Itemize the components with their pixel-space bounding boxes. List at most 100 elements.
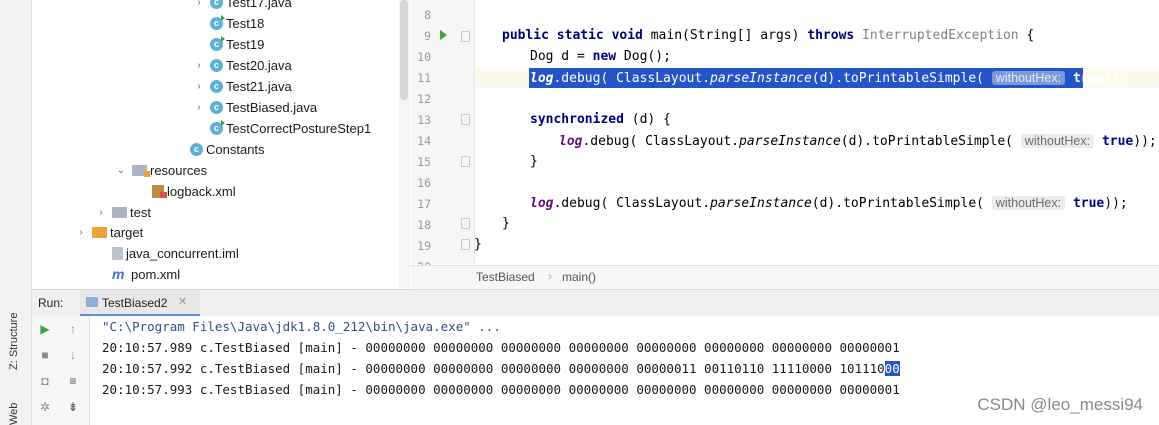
run-tab[interactable]: TestBiased2 ✕ — [80, 290, 200, 316]
line-number: 8 — [424, 8, 431, 22]
line-number: 9 — [424, 29, 431, 43]
run-tab-label: TestBiased2 — [102, 296, 168, 310]
tree-item-label: pom.xml — [131, 266, 181, 282]
java-class-icon: c — [190, 142, 203, 156]
tree-item-label: java_concurrent.iml — [126, 245, 239, 261]
console-line: "C:\Program Files\Java\jdk1.8.0_212\bin\… — [102, 319, 501, 334]
tree-item[interactable]: › c TestBiased.java — [192, 97, 317, 117]
maven-icon: m — [112, 266, 125, 282]
rerun-icon[interactable]: ▶ — [36, 320, 54, 338]
fold-marker-icon[interactable] — [461, 218, 470, 229]
code-line-18: } — [502, 216, 510, 231]
web-side-tab[interactable]: Web — [8, 403, 20, 425]
line-number: 12 — [417, 92, 431, 106]
expand-arrow-icon[interactable]: › — [74, 227, 88, 238]
run-config-icon — [86, 297, 98, 307]
tree-item-label: Test17.java — [226, 0, 292, 10]
project-tree: › c Test17.java c Test18 c Test19 › c Test20.java… — [32, 0, 399, 288]
tree-item-label: target — [110, 224, 144, 240]
run-label: Run: — [38, 296, 64, 310]
camera-icon[interactable]: ◘ — [36, 372, 54, 390]
code-line-11: log.debug( ClassLayout.parseInstance(d).… — [530, 71, 1128, 86]
param-hint: withoutHex: — [991, 71, 1066, 85]
resources-folder-icon — [132, 164, 150, 177]
console-line: 20:10:57.992 c.TestBiased [main] - 00000… — [102, 361, 900, 376]
code-line-13: synchronized (d) { — [530, 112, 671, 127]
selected-bits: 00 — [884, 361, 900, 376]
tree-scroll-thumb[interactable] — [400, 0, 408, 100]
fold-marker-icon[interactable] — [461, 239, 470, 250]
tree-item[interactable]: java_concurrent.iml — [94, 243, 239, 263]
code-line-9: public static void main(String[] args) t… — [502, 28, 1035, 43]
code-line-14: log.debug( ClassLayout.parseInstance(d).… — [559, 134, 1157, 149]
run-gutter-icon[interactable] — [440, 30, 447, 40]
code-line-10: Dog d = new Dog(); — [530, 49, 671, 64]
line-number: 17 — [417, 197, 431, 211]
tree-item[interactable]: m pom.xml — [94, 264, 180, 284]
line-number: 19 — [417, 239, 431, 253]
run-panel-header: Run: TestBiased2 ✕ — [32, 289, 1159, 317]
expand-arrow-icon[interactable]: › — [192, 81, 206, 92]
console-line: 20:10:57.989 c.TestBiased [main] - 00000… — [102, 340, 900, 355]
expand-arrow-icon[interactable]: › — [192, 102, 206, 113]
tree-item-label: logback.xml — [167, 183, 236, 199]
tree-item[interactable]: c Test19 — [192, 34, 264, 54]
module-file-icon — [112, 246, 123, 260]
line-number: 14 — [417, 134, 431, 148]
code-line-15: } — [530, 154, 538, 169]
line-number: 15 — [417, 155, 431, 169]
down-arrow-icon[interactable]: ↓ — [64, 346, 82, 364]
tree-item[interactable]: › c Test21.java — [192, 76, 291, 96]
java-class-icon: c — [210, 35, 225, 51]
expand-arrow-icon[interactable]: › — [192, 0, 206, 8]
tree-item[interactable]: c Constants — [172, 139, 265, 159]
up-arrow-icon[interactable]: ↑ — [64, 320, 82, 338]
soft-wrap-icon[interactable]: ≡ — [64, 372, 82, 390]
param-hint: withoutHex: — [1020, 134, 1095, 148]
structure-side-tab[interactable]: Z: Structure — [8, 313, 20, 370]
tree-item[interactable]: c TestCorrectPostureStep1 — [192, 118, 371, 138]
fold-marker-icon[interactable] — [461, 156, 470, 167]
folder-icon — [112, 206, 127, 218]
line-number: 10 — [417, 50, 431, 64]
breadcrumb: TestBiased › main() — [411, 265, 1159, 289]
tree-item-label: Test19 — [226, 36, 265, 52]
fold-marker-icon[interactable] — [461, 31, 470, 42]
tree-item[interactable]: › c Test20.java — [192, 55, 292, 75]
tree-item[interactable]: logback.xml — [134, 181, 236, 201]
breadcrumb-method[interactable]: main() — [562, 270, 596, 284]
line-number: 18 — [417, 218, 431, 232]
java-class-icon: c — [210, 119, 225, 135]
java-class-icon: c — [210, 0, 223, 9]
tree-item-label: test — [130, 204, 151, 220]
expand-arrow-icon[interactable]: › — [94, 207, 108, 218]
line-number: 13 — [417, 113, 431, 127]
tree-item-label: TestCorrectPostureStep1 — [226, 120, 372, 136]
java-class-icon: c — [210, 14, 225, 30]
settings-icon[interactable]: ✲ — [36, 398, 54, 416]
tree-item-label: Test18 — [226, 15, 265, 31]
tree-item[interactable]: ⌄ resources — [114, 160, 207, 180]
expand-arrow-icon[interactable]: ⌄ — [114, 165, 128, 176]
expand-arrow-icon[interactable]: › — [192, 60, 206, 71]
line-number: 11 — [417, 71, 431, 85]
console-line: 20:10:57.993 c.TestBiased [main] - 00000… — [102, 382, 900, 397]
close-tab-icon[interactable]: ✕ — [178, 295, 187, 308]
param-hint: withoutHex: — [991, 196, 1066, 210]
tree-item[interactable]: › target — [74, 222, 143, 242]
editor-gutter: 891011121314151617181920 — [411, 0, 492, 274]
tree-item[interactable]: › c Test17.java — [192, 0, 292, 12]
tree-item[interactable]: › test — [94, 202, 151, 222]
tree-item-label: TestBiased.java — [226, 99, 318, 115]
tree-item[interactable]: c Test18 — [192, 13, 264, 33]
fold-marker-icon[interactable] — [461, 114, 470, 125]
tree-item-label: Constants — [206, 141, 265, 157]
breadcrumb-separator-icon: › — [548, 269, 552, 283]
java-class-icon: c — [210, 79, 223, 93]
line-number: 16 — [417, 176, 431, 190]
tree-item-label: Test20.java — [226, 57, 292, 73]
stop-icon[interactable]: ■ — [36, 346, 54, 364]
scroll-to-end-icon[interactable]: ⇟ — [64, 398, 82, 416]
breadcrumb-class[interactable]: TestBiased — [476, 270, 535, 284]
java-class-icon: c — [210, 58, 223, 72]
